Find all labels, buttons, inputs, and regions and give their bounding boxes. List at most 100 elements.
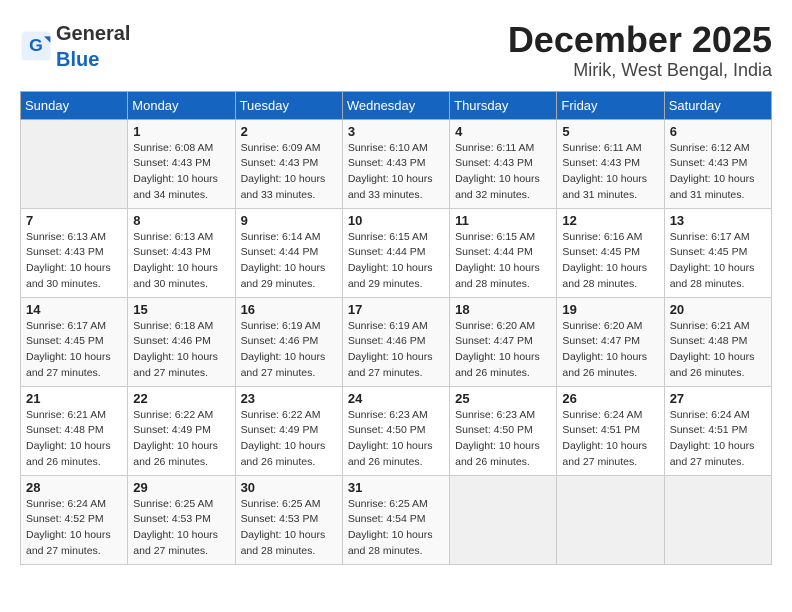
- day-info: Sunrise: 6:15 AM Sunset: 4:44 PM Dayligh…: [348, 230, 444, 293]
- calendar-cell: [450, 475, 557, 564]
- day-number: 9: [241, 213, 337, 228]
- calendar-cell: 21 Sunrise: 6:21 AM Sunset: 4:48 PM Dayli…: [21, 386, 128, 475]
- day-info: Sunrise: 6:25 AM Sunset: 4:53 PM Dayligh…: [133, 497, 229, 560]
- calendar-cell: 13 Sunrise: 6:17 AM Sunset: 4:45 PM Dayli…: [664, 208, 771, 297]
- day-info: Sunrise: 6:24 AM Sunset: 4:52 PM Dayligh…: [26, 497, 122, 560]
- day-info: Sunrise: 6:24 AM Sunset: 4:51 PM Dayligh…: [670, 408, 766, 471]
- calendar-cell: 29Sunrise: 6:25 AM Sunset: 4:53 PM Dayli…: [128, 475, 235, 564]
- day-info: Sunrise: 6:14 AM Sunset: 4:44 PM Dayligh…: [241, 230, 337, 293]
- day-info: Sunrise: 6:10 AM Sunset: 4:43 PM Dayligh…: [348, 141, 444, 204]
- day-info: Sunrise: 6:19 AM Sunset: 4:46 PM Dayligh…: [348, 319, 444, 382]
- day-number: 2: [241, 124, 337, 139]
- calendar-week-row: 7Sunrise: 6:13 AM Sunset: 4:43 PM Daylig…: [21, 208, 772, 297]
- calendar-cell: 16 Sunrise: 6:19 AM Sunset: 4:46 PM Dayli…: [235, 297, 342, 386]
- calendar-cell: 19Sunrise: 6:20 AM Sunset: 4:47 PM Dayli…: [557, 297, 664, 386]
- day-info: Sunrise: 6:08 AM Sunset: 4:43 PM Dayligh…: [133, 141, 229, 204]
- calendar-cell: 11 Sunrise: 6:15 AM Sunset: 4:44 PM Dayli…: [450, 208, 557, 297]
- calendar-cell: 3 Sunrise: 6:10 AM Sunset: 4:43 PM Daylig…: [342, 119, 449, 208]
- calendar-cell: 12Sunrise: 6:16 AM Sunset: 4:45 PM Dayli…: [557, 208, 664, 297]
- logo-blue: Blue: [56, 49, 99, 71]
- calendar-cell: 1 Sunrise: 6:08 AM Sunset: 4:43 PM Daylig…: [128, 119, 235, 208]
- calendar-cell: 30 Sunrise: 6:25 AM Sunset: 4:53 PM Dayli…: [235, 475, 342, 564]
- day-info: Sunrise: 6:22 AM Sunset: 4:49 PM Dayligh…: [133, 408, 229, 471]
- calendar-week-row: 1 Sunrise: 6:08 AM Sunset: 4:43 PM Daylig…: [21, 119, 772, 208]
- day-info: Sunrise: 6:22 AM Sunset: 4:49 PM Dayligh…: [241, 408, 337, 471]
- day-number: 22: [133, 391, 229, 406]
- day-info: Sunrise: 6:24 AM Sunset: 4:51 PM Dayligh…: [562, 408, 658, 471]
- calendar-table: SundayMondayTuesdayWednesdayThursdayFrid…: [20, 91, 772, 565]
- day-info: Sunrise: 6:13 AM Sunset: 4:43 PM Dayligh…: [26, 230, 122, 293]
- day-of-week-header: Friday: [557, 91, 664, 119]
- day-number: 25: [455, 391, 551, 406]
- day-info: Sunrise: 6:18 AM Sunset: 4:46 PM Dayligh…: [133, 319, 229, 382]
- day-info: Sunrise: 6:20 AM Sunset: 4:47 PM Dayligh…: [455, 319, 551, 382]
- day-number: 28: [26, 480, 122, 495]
- day-info: Sunrise: 6:17 AM Sunset: 4:45 PM Dayligh…: [26, 319, 122, 382]
- calendar-cell: [557, 475, 664, 564]
- calendar-cell: 17 Sunrise: 6:19 AM Sunset: 4:46 PM Dayli…: [342, 297, 449, 386]
- day-info: Sunrise: 6:25 AM Sunset: 4:53 PM Dayligh…: [241, 497, 337, 560]
- calendar-cell: 9 Sunrise: 6:14 AM Sunset: 4:44 PM Daylig…: [235, 208, 342, 297]
- calendar-cell: 18 Sunrise: 6:20 AM Sunset: 4:47 PM Dayli…: [450, 297, 557, 386]
- day-info: Sunrise: 6:09 AM Sunset: 4:43 PM Dayligh…: [241, 141, 337, 204]
- day-info: Sunrise: 6:12 AM Sunset: 4:43 PM Dayligh…: [670, 141, 766, 204]
- day-info: Sunrise: 6:16 AM Sunset: 4:45 PM Dayligh…: [562, 230, 658, 293]
- calendar-cell: [21, 119, 128, 208]
- day-of-week-header: Saturday: [664, 91, 771, 119]
- day-info: Sunrise: 6:11 AM Sunset: 4:43 PM Dayligh…: [562, 141, 658, 204]
- svg-text:G: G: [29, 35, 43, 55]
- day-of-week-header: Thursday: [450, 91, 557, 119]
- calendar-week-row: 21 Sunrise: 6:21 AM Sunset: 4:48 PM Dayli…: [21, 386, 772, 475]
- day-number: 30: [241, 480, 337, 495]
- calendar-cell: 27 Sunrise: 6:24 AM Sunset: 4:51 PM Dayli…: [664, 386, 771, 475]
- day-info: Sunrise: 6:23 AM Sunset: 4:50 PM Dayligh…: [348, 408, 444, 471]
- day-info: Sunrise: 6:15 AM Sunset: 4:44 PM Dayligh…: [455, 230, 551, 293]
- day-number: 11: [455, 213, 551, 228]
- day-info: Sunrise: 6:19 AM Sunset: 4:46 PM Dayligh…: [241, 319, 337, 382]
- day-number: 13: [670, 213, 766, 228]
- calendar-cell: 2 Sunrise: 6:09 AM Sunset: 4:43 PM Daylig…: [235, 119, 342, 208]
- page-subtitle: Mirik, West Bengal, India: [508, 60, 772, 81]
- calendar-cell: 22 Sunrise: 6:22 AM Sunset: 4:49 PM Dayli…: [128, 386, 235, 475]
- calendar-cell: 10 Sunrise: 6:15 AM Sunset: 4:44 PM Dayli…: [342, 208, 449, 297]
- logo-icon: G: [20, 30, 52, 62]
- calendar-cell: 28 Sunrise: 6:24 AM Sunset: 4:52 PM Dayli…: [21, 475, 128, 564]
- day-info: Sunrise: 6:21 AM Sunset: 4:48 PM Dayligh…: [26, 408, 122, 471]
- title-block: December 2025 Mirik, West Bengal, India: [508, 20, 772, 81]
- calendar-cell: 26 Sunrise: 6:24 AM Sunset: 4:51 PM Dayli…: [557, 386, 664, 475]
- day-number: 16: [241, 302, 337, 317]
- day-number: 1: [133, 124, 229, 139]
- calendar-week-row: 28 Sunrise: 6:24 AM Sunset: 4:52 PM Dayli…: [21, 475, 772, 564]
- day-info: Sunrise: 6:17 AM Sunset: 4:45 PM Dayligh…: [670, 230, 766, 293]
- day-number: 3: [348, 124, 444, 139]
- page-header: G General Blue December 2025 Mirik, West…: [20, 20, 772, 81]
- day-number: 14: [26, 302, 122, 317]
- day-number: 10: [348, 213, 444, 228]
- calendar-cell: 8 Sunrise: 6:13 AM Sunset: 4:43 PM Daylig…: [128, 208, 235, 297]
- day-number: 27: [670, 391, 766, 406]
- day-number: 26: [562, 391, 658, 406]
- day-info: Sunrise: 6:13 AM Sunset: 4:43 PM Dayligh…: [133, 230, 229, 293]
- day-number: 23: [241, 391, 337, 406]
- day-number: 5: [562, 124, 658, 139]
- day-info: Sunrise: 6:23 AM Sunset: 4:50 PM Dayligh…: [455, 408, 551, 471]
- calendar-cell: 25 Sunrise: 6:23 AM Sunset: 4:50 PM Dayli…: [450, 386, 557, 475]
- day-number: 17: [348, 302, 444, 317]
- day-of-week-header: Monday: [128, 91, 235, 119]
- day-number: 4: [455, 124, 551, 139]
- day-number: 6: [670, 124, 766, 139]
- logo-general: General: [56, 23, 130, 45]
- day-number: 15: [133, 302, 229, 317]
- calendar-week-row: 14 Sunrise: 6:17 AM Sunset: 4:45 PM Dayli…: [21, 297, 772, 386]
- day-number: 21: [26, 391, 122, 406]
- day-info: Sunrise: 6:11 AM Sunset: 4:43 PM Dayligh…: [455, 141, 551, 204]
- day-of-week-header: Sunday: [21, 91, 128, 119]
- day-number: 8: [133, 213, 229, 228]
- day-number: 20: [670, 302, 766, 317]
- calendar-cell: 14 Sunrise: 6:17 AM Sunset: 4:45 PM Dayli…: [21, 297, 128, 386]
- calendar-cell: 15 Sunrise: 6:18 AM Sunset: 4:46 PM Dayli…: [128, 297, 235, 386]
- day-number: 18: [455, 302, 551, 317]
- day-number: 19: [562, 302, 658, 317]
- page-title: December 2025: [508, 20, 772, 60]
- calendar-cell: 20Sunrise: 6:21 AM Sunset: 4:48 PM Dayli…: [664, 297, 771, 386]
